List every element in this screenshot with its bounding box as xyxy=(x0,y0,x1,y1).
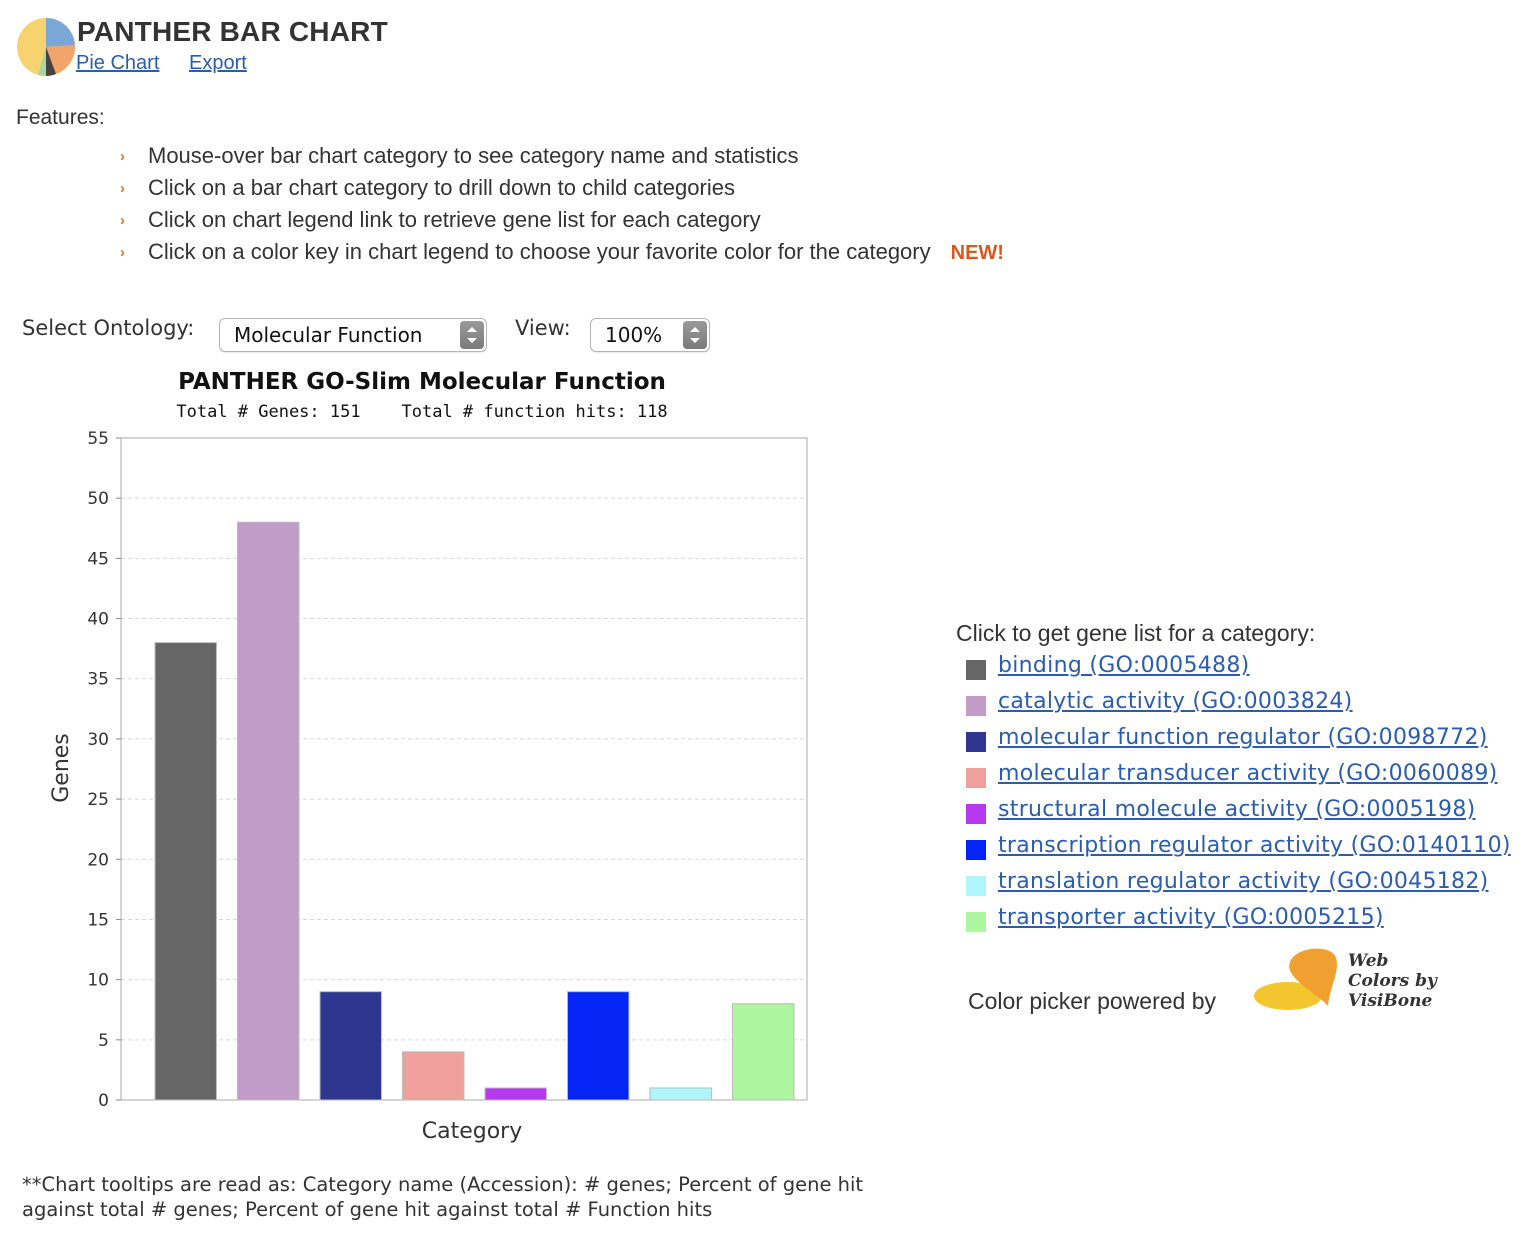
bar[interactable] xyxy=(402,1051,465,1101)
chart-title: PANTHER GO-Slim Molecular Function xyxy=(178,369,666,395)
y-tick-label: 55 xyxy=(87,429,109,449)
y-tick-label: 50 xyxy=(87,489,109,509)
y-tick-label: 15 xyxy=(87,910,109,930)
legend-category-link[interactable]: transcription regulator activity (GO:014… xyxy=(998,833,1511,858)
select-arrows-icon xyxy=(460,321,484,349)
y-tick-label: 30 xyxy=(87,730,109,750)
legend-category-link[interactable]: translation regulator activity (GO:00451… xyxy=(998,869,1489,894)
select-arrows-icon xyxy=(683,321,707,349)
legend-color-key[interactable] xyxy=(966,804,986,824)
bar[interactable] xyxy=(237,521,300,1101)
legend-category-link[interactable]: catalytic activity (GO:0003824) xyxy=(998,689,1353,714)
pie-chart-link[interactable]: Pie Chart xyxy=(76,52,159,75)
feature-item: › Click on chart legend link to retrieve … xyxy=(120,207,761,232)
y-tick-label: 10 xyxy=(87,971,109,991)
new-badge: NEW! xyxy=(950,242,1004,264)
legend-color-key[interactable] xyxy=(966,912,986,932)
y-axis-label: Genes xyxy=(49,733,74,803)
legend-color-key[interactable] xyxy=(966,840,986,860)
y-tick-label: 40 xyxy=(87,610,109,630)
legend-category-link[interactable]: molecular function regulator (GO:0098772… xyxy=(998,725,1488,750)
view-label: View: xyxy=(515,316,571,340)
ontology-select-value: Molecular Function xyxy=(234,323,423,347)
chart-subtitle: Total # Genes: 151 Total # function hits… xyxy=(176,402,667,422)
bullet-icon: › xyxy=(120,148,125,165)
legend-color-key[interactable] xyxy=(966,876,986,896)
y-tick-label: 45 xyxy=(87,549,109,569)
legend-category-link[interactable]: structural molecule activity (GO:0005198… xyxy=(998,797,1476,822)
y-tick-label: 20 xyxy=(87,850,109,870)
bar[interactable] xyxy=(732,1003,795,1101)
bar[interactable] xyxy=(484,1087,547,1101)
feature-item: › Click on a color key in chart legend to… xyxy=(120,239,1004,264)
visibone-logo-text: Colors by xyxy=(1348,971,1438,991)
bullet-icon: › xyxy=(120,212,125,229)
bullet-icon: › xyxy=(120,244,125,261)
chart-tooltip-footnote: **Chart tooltips are read as: Category n… xyxy=(22,1173,864,1221)
bullet-icon: › xyxy=(120,180,125,197)
panther-pie-logo-icon xyxy=(17,17,76,77)
bar[interactable] xyxy=(567,991,630,1101)
bar[interactable] xyxy=(649,1087,712,1101)
visibone-logo-icon[interactable]: Web Colors by VisiBone xyxy=(1254,944,1444,1016)
plot-area xyxy=(120,437,808,1101)
y-tick-label: 35 xyxy=(87,670,109,690)
view-select-value: 100% xyxy=(605,323,663,347)
legend-category-link[interactable]: binding (GO:0005488) xyxy=(998,653,1250,678)
x-axis-label: Category xyxy=(422,1119,523,1144)
legend-color-key[interactable] xyxy=(966,768,986,788)
features-label: Features: xyxy=(16,106,105,129)
bar-chart: PANTHER GO-Slim Molecular Function Total… xyxy=(49,369,808,1144)
view-select[interactable]: 100% xyxy=(590,318,710,352)
legend-category-link[interactable]: molecular transducer activity (GO:006008… xyxy=(998,761,1498,786)
legend-color-key[interactable] xyxy=(966,660,986,680)
feature-item: › Click on a bar chart category to drill … xyxy=(120,175,735,200)
y-tick-label: 5 xyxy=(98,1031,109,1051)
visibone-logo-text: VisiBone xyxy=(1348,991,1432,1011)
bar[interactable] xyxy=(319,991,382,1101)
y-tick-label: 0 xyxy=(98,1091,109,1111)
feature-item: › Mouse-over bar chart category to see ca… xyxy=(120,143,799,168)
legend-color-key[interactable] xyxy=(966,696,986,716)
export-link[interactable]: Export xyxy=(189,52,247,75)
color-picker-credit: Color picker powered by xyxy=(968,988,1217,1014)
bar[interactable] xyxy=(154,642,217,1101)
legend-color-key[interactable] xyxy=(966,732,986,752)
legend-title: Click to get gene list for a category: xyxy=(956,620,1316,646)
visibone-logo-text: Web xyxy=(1348,951,1388,971)
y-tick-label: 25 xyxy=(87,790,109,810)
ontology-select[interactable]: Molecular Function xyxy=(219,318,487,352)
legend-category-link[interactable]: transporter activity (GO:0005215) xyxy=(998,905,1384,930)
page-title: PANTHER BAR CHART xyxy=(77,16,388,47)
ontology-label: Select Ontology: xyxy=(22,316,195,340)
